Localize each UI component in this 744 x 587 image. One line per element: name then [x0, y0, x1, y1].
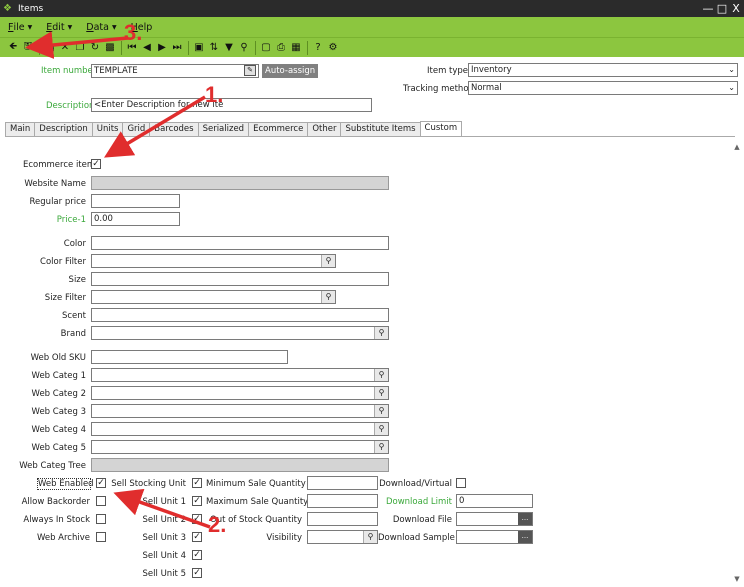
annotation-label-3: 3. [124, 20, 143, 45]
annotation-arrow-3 [25, 31, 129, 59]
annotation-label-2: 2. [208, 512, 227, 537]
annotation-arrow-1 [103, 95, 206, 158]
annotation-arrow-2 [113, 488, 211, 529]
annotation-overlay [25, 31, 211, 529]
annotation-label-1: 1. [205, 82, 224, 107]
